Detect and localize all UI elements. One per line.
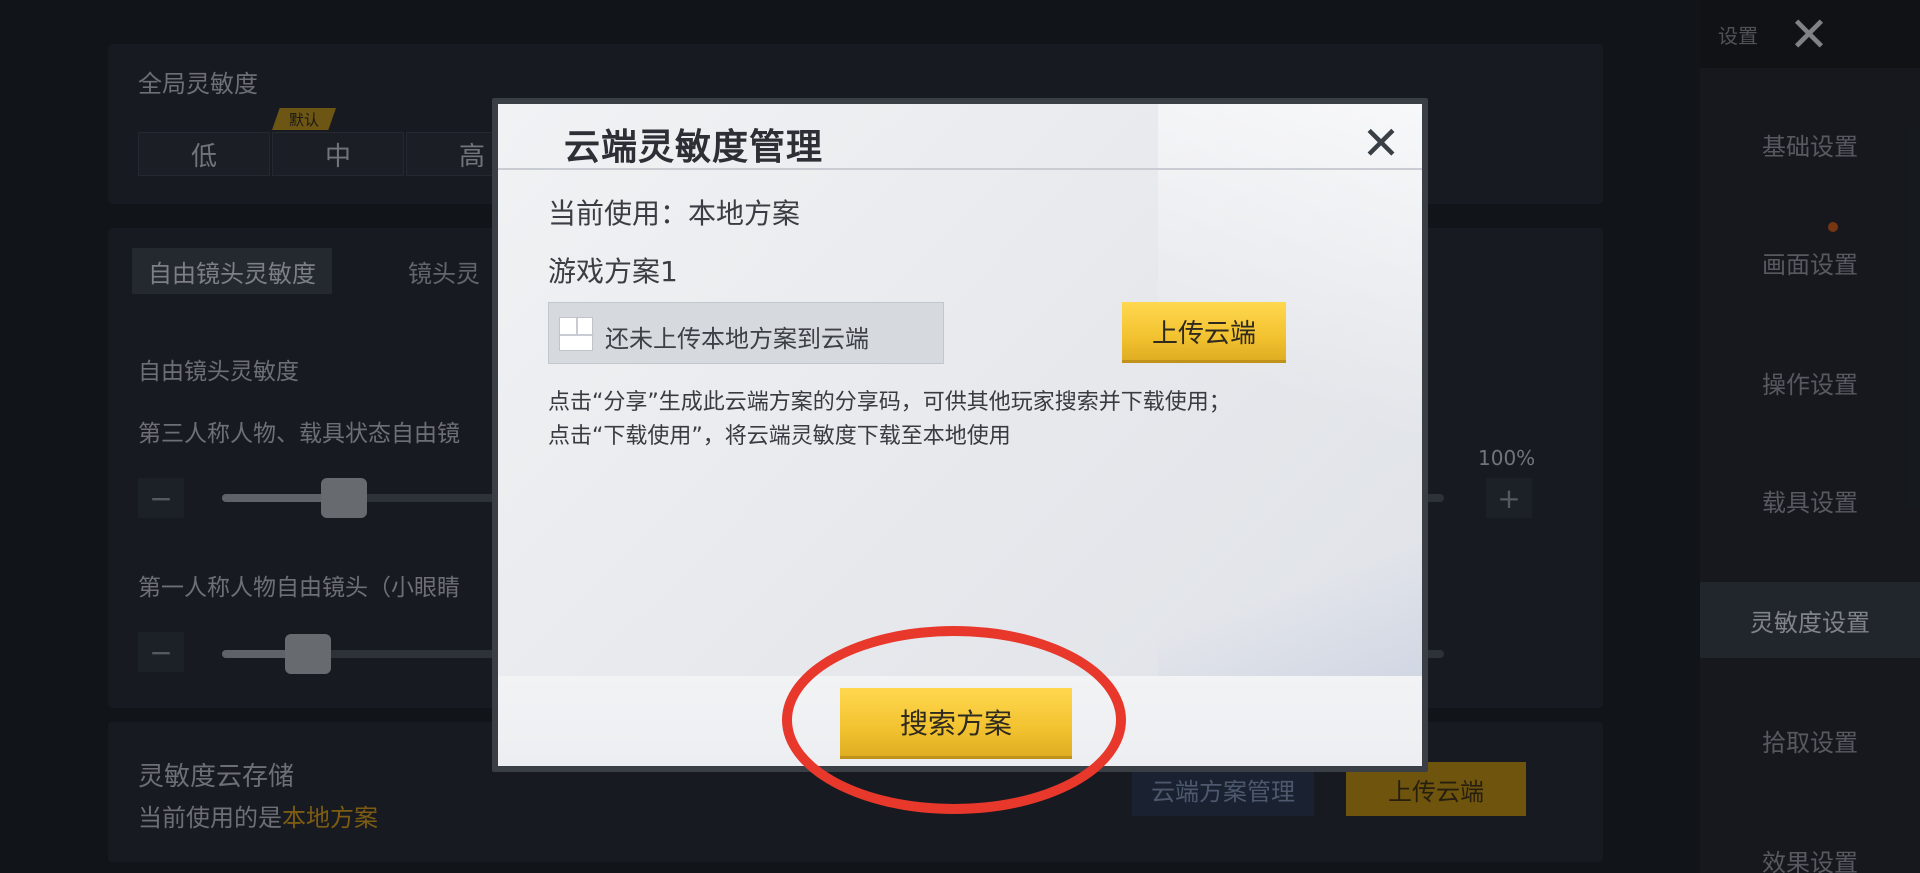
- dialog-title: 云端灵敏度管理: [564, 127, 824, 168]
- upload-cloud-button[interactable]: 上传云端: [1122, 302, 1286, 360]
- upload-status-box: 还未上传本地方案到云端: [548, 302, 944, 364]
- highlight-circle-annotation: [782, 626, 1126, 814]
- upload-status-text: 还未上传本地方案到云端: [605, 325, 869, 353]
- description-line: 点击“下载使用”，将云端灵敏度下载至本地使用: [548, 424, 1011, 449]
- current-use-label: 当前使用：本地方案: [548, 197, 801, 230]
- close-icon[interactable]: ✕: [1356, 118, 1406, 168]
- plan-name: 游戏方案1: [548, 255, 678, 288]
- description-line: 点击“分享”生成此云端方案的分享码，可供其他玩家搜索并下载使用；: [548, 390, 1231, 415]
- cloud-plan-icon: [559, 317, 594, 351]
- dialog-description: 点击“分享”生成此云端方案的分享码，可供其他玩家搜索并下载使用； 点击“下载使用…: [548, 386, 1388, 454]
- title-divider: [498, 168, 1422, 170]
